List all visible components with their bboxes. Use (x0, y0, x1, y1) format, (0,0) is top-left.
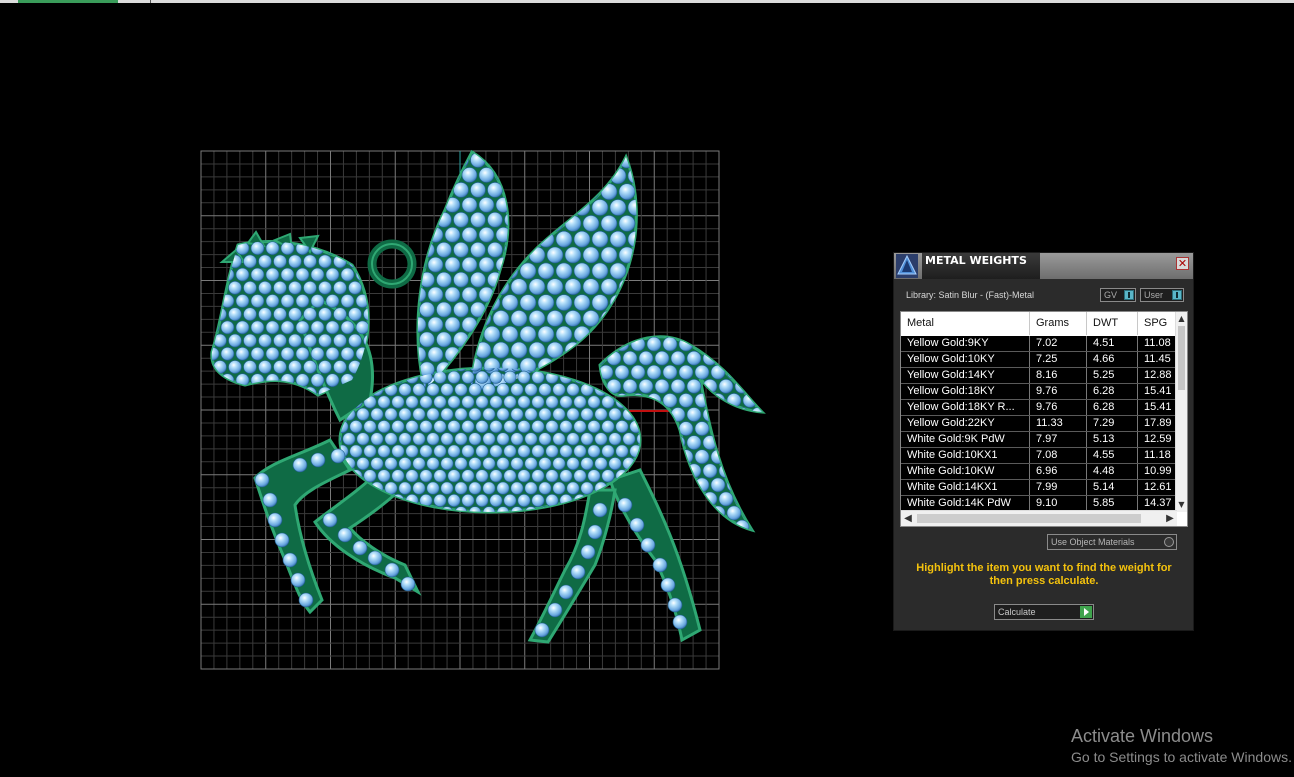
cell-dwt: 6.28 (1087, 384, 1138, 399)
table-row[interactable]: Yellow Gold:14KY 8.16 5.25 12.88 (901, 368, 1177, 384)
metal-table[interactable]: Metal Grams DWT SPG Yellow Gold:9KY 7.02 4… (900, 311, 1188, 527)
cell-dwt: 5.13 (1087, 432, 1138, 447)
cell-dwt: 4.66 (1087, 352, 1138, 367)
table-body: Yellow Gold:9KY 7.02 4.51 11.08 Yellow Gold:… (901, 336, 1177, 512)
user-toggle-label: User (1144, 290, 1164, 300)
close-icon[interactable]: ✕ (1176, 257, 1189, 270)
watermark-title: Activate Windows (1071, 726, 1214, 746)
cell-grams: 7.08 (1030, 448, 1087, 463)
cell-spg: 17.89 (1138, 416, 1177, 431)
horizontal-scrollbar[interactable]: ◀ ▶ (901, 510, 1177, 526)
panel-title: METAL WEIGHTS (922, 253, 1040, 279)
app-logo-icon (896, 254, 918, 278)
cell-dwt: 5.25 (1087, 368, 1138, 383)
table-row[interactable]: Yellow Gold:18KY 9.76 6.28 15.41 (901, 384, 1177, 400)
vertical-scrollbar[interactable]: ▲ ▼ (1175, 312, 1187, 512)
cell-metal: Yellow Gold:10KY (901, 352, 1030, 367)
scroll-left-icon[interactable]: ◀ (901, 511, 915, 526)
radio-icon[interactable] (1164, 537, 1174, 547)
gv-toggle[interactable]: GV (1100, 288, 1136, 302)
scroll-down-icon[interactable]: ▼ (1176, 499, 1187, 511)
cell-grams: 9.10 (1030, 496, 1087, 511)
metal-weights-panel: METAL WEIGHTS ✕ Library: Satin Blur - (F… (893, 252, 1194, 631)
cell-spg: 14.37 (1138, 496, 1177, 511)
user-toggle[interactable]: User (1140, 288, 1184, 302)
table-row[interactable]: Yellow Gold:22KY 11.33 7.29 17.89 (901, 416, 1177, 432)
cell-metal: Yellow Gold:9KY (901, 336, 1030, 351)
cell-metal: Yellow Gold:14KY (901, 368, 1030, 383)
cell-grams: 7.99 (1030, 480, 1087, 495)
cell-spg: 12.59 (1138, 432, 1177, 447)
cell-spg: 11.45 (1138, 352, 1177, 367)
cell-grams: 8.16 (1030, 368, 1087, 383)
column-header-metal[interactable]: Metal (901, 312, 1030, 335)
scroll-up-icon[interactable]: ▲ (1176, 313, 1187, 325)
cell-spg: 15.41 (1138, 400, 1177, 415)
cell-grams: 9.76 (1030, 400, 1087, 415)
watermark-subtitle: Go to Settings to activate Windows. (1071, 749, 1292, 765)
cell-metal: Yellow Gold:18KY R... (901, 400, 1030, 415)
cell-dwt: 6.28 (1087, 400, 1138, 415)
table-row[interactable]: Yellow Gold:18KY R... 9.76 6.28 15.41 (901, 400, 1177, 416)
cell-spg: 10.99 (1138, 464, 1177, 479)
cell-grams: 9.76 (1030, 384, 1087, 399)
cell-spg: 12.61 (1138, 480, 1177, 495)
cell-grams: 11.33 (1030, 416, 1087, 431)
cell-metal: White Gold:14KX1 (901, 480, 1030, 495)
gv-toggle-label: GV (1104, 290, 1118, 300)
cell-grams: 7.97 (1030, 432, 1087, 447)
table-row[interactable]: White Gold:9K PdW 7.97 5.13 12.59 (901, 432, 1177, 448)
cell-dwt: 4.51 (1087, 336, 1138, 351)
play-icon[interactable] (1080, 606, 1092, 618)
scroll-right-icon[interactable]: ▶ (1163, 511, 1177, 526)
table-row[interactable]: White Gold:14KX1 7.99 5.14 12.61 (901, 480, 1177, 496)
cell-grams: 6.96 (1030, 464, 1087, 479)
cell-spg: 12.88 (1138, 368, 1177, 383)
calculate-label: Calculate (998, 607, 1036, 617)
h-scroll-thumb[interactable] (917, 514, 1141, 523)
cell-dwt: 5.85 (1087, 496, 1138, 511)
scroll-thumb[interactable] (1178, 326, 1185, 390)
use-object-materials-label: Use Object Materials (1051, 537, 1135, 547)
column-header-dwt[interactable]: DWT (1087, 312, 1138, 335)
cell-dwt: 4.48 (1087, 464, 1138, 479)
toggle-knob-icon (1124, 290, 1134, 300)
cell-spg: 15.41 (1138, 384, 1177, 399)
panel-title-bar[interactable]: METAL WEIGHTS ✕ (894, 253, 1193, 279)
cell-grams: 7.25 (1030, 352, 1087, 367)
column-header-spg[interactable]: SPG (1138, 312, 1177, 335)
cell-metal: White Gold:10KX1 (901, 448, 1030, 463)
toggle-knob-icon (1172, 290, 1182, 300)
table-row[interactable]: White Gold:10KX1 7.08 4.55 11.18 (901, 448, 1177, 464)
library-label: Library: Satin Blur - (Fast)-Metal (906, 290, 1035, 300)
calculate-button[interactable]: Calculate (994, 604, 1094, 620)
use-object-materials-toggle[interactable]: Use Object Materials (1047, 534, 1177, 550)
column-header-grams[interactable]: Grams (1030, 312, 1087, 335)
cell-dwt: 4.55 (1087, 448, 1138, 463)
table-row[interactable]: Yellow Gold:10KY 7.25 4.66 11.45 (901, 352, 1177, 368)
instruction-text: Highlight the item you want to find the … (916, 562, 1172, 587)
cell-metal: White Gold:14K PdW (901, 496, 1030, 511)
cell-spg: 11.18 (1138, 448, 1177, 463)
cell-dwt: 5.14 (1087, 480, 1138, 495)
cell-metal: White Gold:9K PdW (901, 432, 1030, 447)
cell-metal: Yellow Gold:22KY (901, 416, 1030, 431)
table-row[interactable]: Yellow Gold:9KY 7.02 4.51 11.08 (901, 336, 1177, 352)
cell-metal: White Gold:10KW (901, 464, 1030, 479)
activate-windows-watermark: Activate Windows Go to Settings to activ… (1071, 726, 1292, 768)
table-header: Metal Grams DWT SPG (901, 312, 1177, 335)
cell-grams: 7.02 (1030, 336, 1087, 351)
table-row[interactable]: White Gold:10KW 6.96 4.48 10.99 (901, 464, 1177, 480)
cell-metal: Yellow Gold:18KY (901, 384, 1030, 399)
cell-dwt: 7.29 (1087, 416, 1138, 431)
cell-spg: 11.08 (1138, 336, 1177, 351)
